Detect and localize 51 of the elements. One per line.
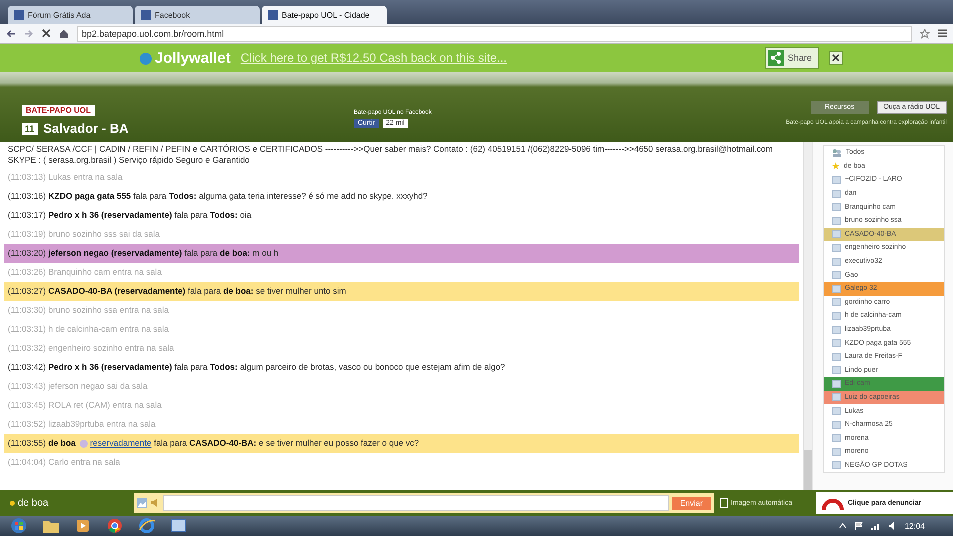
close-icon[interactable] — [829, 51, 843, 65]
chat-message: (11:03:32) engenheiro sozinho entra na sala — [7, 342, 176, 355]
chat-message: (11:03:20) jeferson negao (reservadamente) fala para de boa: m ou h — [8, 248, 279, 259]
chat-message: (11:03:45) ROLA ret (CAM) entra na sala — [7, 399, 163, 412]
speaker-icon[interactable] — [888, 522, 897, 530]
room-number: 11 — [22, 122, 38, 134]
scrollbar-thumb[interactable] — [804, 450, 812, 490]
chat-message: (11:03:43) jeferson negao sai da sala — [7, 380, 149, 393]
chat-message: (11:04:04) Carlo entra na sala — [7, 456, 122, 469]
chat-notice: SCPC/ SERASA /CCF | CADIN / REFIN / PEFIN e CARTÓRIOS e CERTIFICADOS ---------->>Quer saber mais? Contato : (62) 40519151 /(062)8229-5096 tim------->>4650 serasa.org.brasil@hotmail.com SKYPE : ( serasa.org.brasil ) Serviço rápido Seguro e Garantido — [7, 143, 774, 167]
browser-tab[interactable]: Fórum Grátis Ada — [8, 6, 133, 24]
browser-tab[interactable]: Facebook — [135, 6, 260, 24]
home-icon[interactable] — [59, 28, 69, 38]
chat-message: (11:03:55) de boa reservadamente fala para CASADO-40-BA: e se tiver mulher eu posso fazer o que vc? — [8, 438, 420, 449]
nickname: de boa — [18, 498, 49, 508]
browser-e-icon[interactable] — [138, 518, 156, 534]
signal-icon[interactable] — [870, 522, 881, 530]
private-link[interactable]: reservadamente — [90, 438, 152, 448]
status-dot — [10, 500, 15, 506]
room-title: Salvador - BA — [44, 121, 129, 136]
chat-message: (11:03:42) Pedro x h 36 (reservadamente) fala para Todos: algum parceiro de brotas, vasco ou bonoco que estejam afim de algo? — [8, 362, 506, 373]
clock[interactable]: 12:04 — [904, 522, 925, 530]
back-icon[interactable] — [6, 28, 16, 38]
flag-icon[interactable] — [854, 522, 863, 530]
chat-message: (11:03:31) h de calcinha-cam entra na sala — [7, 323, 170, 336]
users-icon — [832, 148, 842, 157]
chat-message: (11:03:19) bruno sozinho sss sai da sala — [7, 228, 162, 241]
chat-message: (11:03:16) KZDO paga gata 555 fala para Todos: alguma gata teria interesse? é só me add no skype. xxxyhd? — [8, 191, 428, 202]
page-icon — [720, 498, 728, 508]
arc-icon — [822, 496, 844, 510]
chat-message: (11:03:30) bruno sozinho ssa entra na sala — [7, 304, 170, 317]
menu-icon[interactable] — [938, 29, 947, 38]
share-icon — [768, 50, 784, 66]
chrome-icon[interactable] — [106, 518, 124, 534]
chat-message: (11:03:13) Lukas entra na sala — [7, 171, 124, 184]
message-field[interactable] — [163, 495, 670, 511]
start-button[interactable] — [10, 518, 28, 534]
browser-tab[interactable]: Bate-papo UOL - Cidade — [262, 6, 387, 24]
media-player-icon[interactable] — [74, 518, 92, 534]
share-button[interactable]: Share — [764, 47, 819, 69]
chat-message: (11:03:26) Branquinho cam entra na sala — [7, 266, 163, 279]
close-icon[interactable] — [42, 29, 51, 38]
app-window-icon[interactable] — [170, 518, 188, 534]
site-logo[interactable]: BATE-PAPO UOL — [22, 105, 96, 116]
address-field[interactable]: bp2.batepapo.uol.com.br/room.html — [77, 26, 912, 42]
chat-message: (11:03:52) lizaab39prtuba entra na sala — [7, 418, 157, 431]
folder-icon[interactable] — [42, 518, 60, 534]
brand-name: Jollywallet — [155, 50, 231, 66]
chat-message: (11:03:17) Pedro x h 36 (reservadamente) fala para Todos: oia — [8, 210, 252, 221]
star-icon[interactable] — [920, 28, 930, 38]
chat-message: (11:03:27) CASADO-40-BA (reservadamente) fala para de boa: se tiver mulher unto sim — [8, 286, 346, 297]
